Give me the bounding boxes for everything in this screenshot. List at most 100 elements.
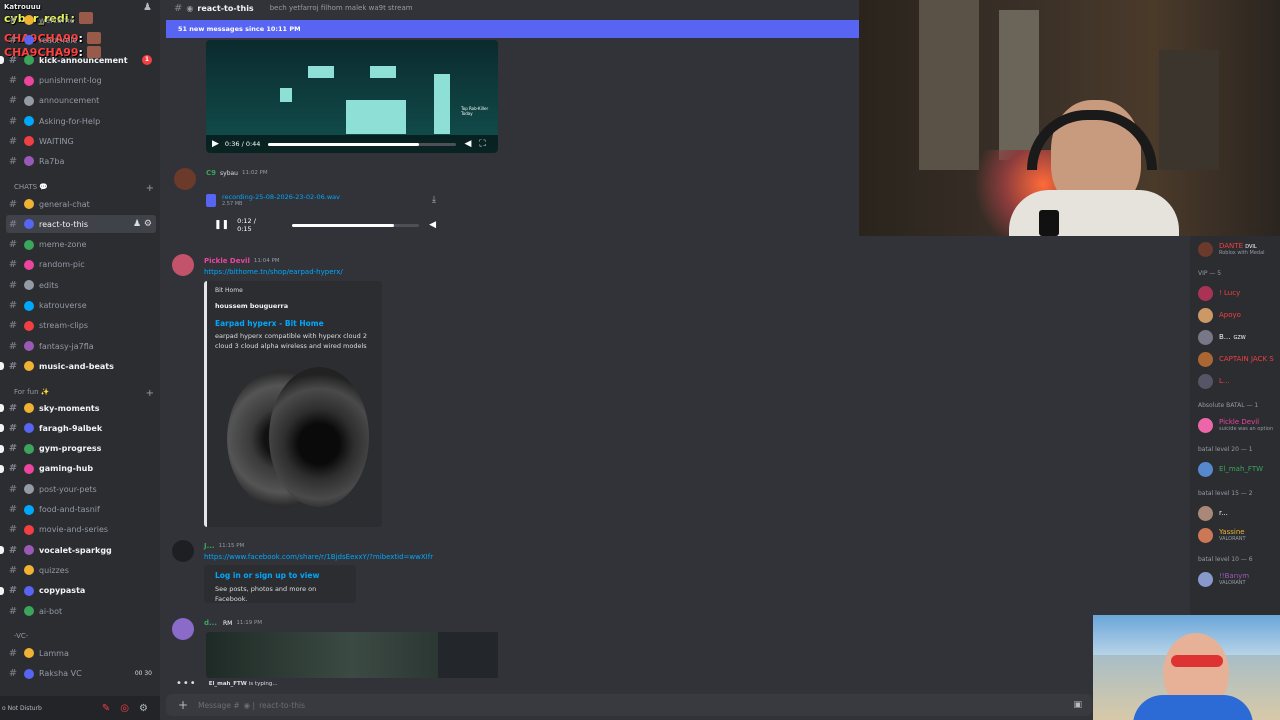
member-group-label: batal level 10 — 6 [1198, 556, 1253, 563]
channel-item[interactable]: # gym-progress [0, 440, 156, 458]
video-seekbar[interactable] [268, 142, 457, 146]
message-link[interactable]: https://www.facebook.com/share/r/1BjdsEe… [204, 553, 433, 561]
avatar[interactable] [174, 168, 196, 190]
channel-item[interactable]: # post-your-pets [6, 480, 156, 498]
member-item[interactable]: DANTE DVIL Roblox with Medal [1198, 240, 1265, 258]
message-link[interactable]: https://bithome.tn/shop/earpad-hyperx/ [204, 268, 343, 276]
channel-item[interactable]: # ai-bot [6, 602, 156, 620]
gift-icon[interactable]: ▣ [1073, 700, 1082, 710]
channel-item[interactable]: # music-and-beats [0, 357, 156, 375]
file-name[interactable]: recording-25-08-2026-23-02-06.wav [222, 193, 340, 201]
new-messages-bar[interactable]: 51 new messages since 10:11 PM [166, 20, 859, 38]
member-item[interactable]: L... [1198, 372, 1230, 390]
unread-indicator [0, 404, 4, 412]
thread-icon: ◉ | [243, 700, 256, 710]
member-item[interactable]: Yassine VALORANT [1198, 526, 1246, 544]
earpad-image[interactable] [219, 363, 369, 513]
add-channel-icon[interactable]: + [146, 388, 154, 399]
deafen-icon[interactable]: ◎ [120, 703, 129, 714]
volume-icon[interactable]: ◀ [464, 139, 471, 149]
channel-item[interactable]: # random-pic [6, 256, 156, 274]
channel-label: sky-moments [39, 403, 100, 413]
video-player[interactable]: Top Rob-Killer Today ▶ 0:36 / 0:44 ◀ ⛶ [206, 40, 498, 153]
channel-item[interactable]: # fantasy-ja7fla [6, 337, 156, 355]
member-item[interactable]: !!Banym VALORANT [1198, 570, 1249, 588]
unread-indicator [0, 424, 4, 433]
channel-item[interactable]: # gaming-hub [0, 460, 156, 478]
channel-emoji-icon [24, 341, 34, 352]
timestamp: 11:04 PM [253, 258, 280, 264]
channel-label: ai-bot [39, 606, 63, 616]
channel-item[interactable]: # general-chat [6, 195, 156, 213]
member-item[interactable]: B... GZW [1198, 328, 1246, 346]
channel-item[interactable]: # quizzes [6, 561, 156, 579]
channel-item[interactable]: # kick-announcement 1 [0, 51, 156, 69]
channel-item[interactable]: # copypasta [0, 582, 156, 600]
member-item[interactable]: CAPTAIN JACK S [1198, 350, 1274, 368]
channel-settings-icon[interactable]: ♟ ⚙ [133, 219, 152, 229]
channel-item[interactable]: # announcement [6, 92, 156, 110]
avatar[interactable] [172, 618, 194, 640]
embed-provider[interactable]: Bit Home [215, 287, 374, 294]
member-item[interactable]: Apoyo [1198, 306, 1241, 324]
channel-item[interactable]: # welcome [6, 11, 156, 29]
embed-author[interactable]: houssem bouguerra [215, 302, 374, 310]
game-platform [280, 88, 292, 102]
channel-item[interactable]: # edits [6, 276, 156, 294]
voice-count: 00 30 [134, 670, 152, 677]
channel-item[interactable]: # punishment-log [6, 72, 156, 90]
message-composer[interactable]: + Message # ◉ | react-to-this ▣ [166, 694, 1092, 716]
member-item[interactable]: ! Lucy [1198, 284, 1240, 302]
member-item[interactable]: Pickle Devil suicide was an option [1198, 416, 1273, 434]
channel-item[interactable]: # faragh-9albek [0, 419, 156, 437]
channel-item[interactable]: # food-and-tasnif [6, 501, 156, 519]
channel-topic[interactable]: bech yetfarroj filhom malek wa9t stream [270, 4, 413, 12]
channel-item[interactable]: # Lamma [6, 644, 156, 662]
category-fun[interactable]: For fun ✨ + [14, 388, 154, 399]
channel-item[interactable]: # Raksha VC 00 30 [6, 665, 156, 683]
member-avatar [1198, 417, 1213, 433]
embed-title[interactable]: Log in or sign up to view [215, 571, 348, 580]
channel-label: quizzes [39, 565, 69, 575]
channel-item[interactable]: # sky-moments [0, 399, 156, 417]
settings-gear-icon[interactable]: ⚙ [139, 703, 148, 714]
download-icon[interactable]: ⤓ [432, 195, 436, 205]
channel-label: meme-zone [39, 240, 87, 250]
member-item[interactable]: r... [1198, 504, 1228, 522]
channel-item[interactable]: # stream-clips [6, 317, 156, 335]
member-name: ! Lucy [1219, 289, 1241, 297]
channel-item[interactable]: # vocalet-sparkgg [0, 541, 156, 559]
avatar[interactable] [172, 540, 194, 562]
username[interactable]: Pickle Devil [204, 257, 250, 265]
channel-item[interactable]: # meme-zone [6, 236, 156, 254]
channel-item[interactable]: # movie-and-series [6, 521, 156, 539]
channel-item[interactable]: # katrouverse [6, 297, 156, 315]
category-vc[interactable]: -VC- [14, 632, 154, 640]
add-attachment-icon[interactable]: + [178, 698, 188, 712]
pause-icon[interactable]: ❚❚ [214, 220, 229, 230]
username[interactable]: d... [204, 619, 217, 627]
audio-seekbar[interactable] [292, 223, 420, 227]
channel-item[interactable]: # WAITING [6, 132, 156, 150]
mute-mic-icon[interactable]: ✎ [102, 703, 110, 714]
embed-title[interactable]: Earpad hyperx - Bit Home [215, 319, 374, 328]
link-embed: Bit Home houssem bouguerra Earpad hyperx… [204, 281, 382, 527]
member-item[interactable]: El_mah_FTW [1198, 460, 1263, 478]
add-channel-icon[interactable]: + [146, 183, 154, 194]
channel-item[interactable]: # react-to-this ♟ ⚙ [6, 215, 156, 234]
username[interactable]: J... [204, 542, 215, 550]
play-icon[interactable]: ▶ [212, 139, 219, 149]
image-attachment[interactable] [206, 632, 498, 678]
channel-item[interactable]: # react-role [6, 31, 156, 49]
hash-icon: # [8, 483, 18, 495]
volume-icon[interactable]: ◀ [429, 220, 436, 230]
avatar[interactable] [172, 254, 194, 276]
username[interactable]: C9 [206, 169, 216, 177]
channel-label: kick-announcement [39, 55, 128, 65]
fullscreen-icon[interactable]: ⛶ [479, 139, 485, 149]
category-chats[interactable]: CHATS 💬 + [14, 183, 154, 194]
message-header: J... 11:15 PM [204, 542, 244, 550]
sunglasses [1171, 655, 1223, 667]
channel-item[interactable]: # Ra7ba [6, 152, 156, 170]
channel-item[interactable]: # Asking-for-Help [6, 112, 156, 130]
